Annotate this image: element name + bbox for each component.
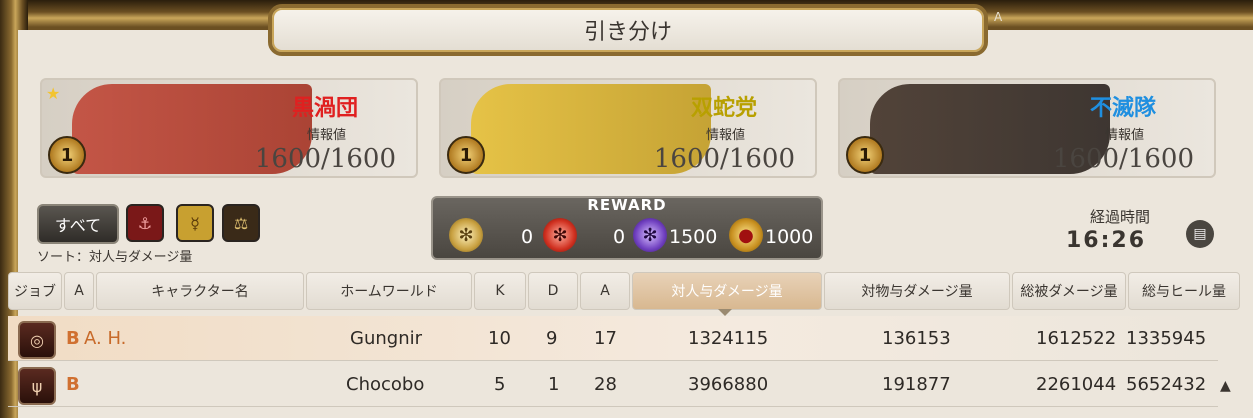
gold-medal-icon: ● — [729, 218, 763, 252]
immortal-flames-icon: ⚖ — [233, 213, 249, 233]
rank-badge: 1 — [846, 136, 884, 174]
col-pvp-damage[interactable]: 対人与ダメージ量 — [632, 272, 822, 310]
kills: 5 — [494, 373, 506, 395]
healing: 1335945 — [1126, 327, 1207, 349]
reward-title: REWARD — [587, 196, 667, 214]
reward-item: ✻ 0 — [449, 216, 539, 256]
reward-value: 0 — [521, 226, 534, 248]
scroll-up-icon[interactable]: ▲ — [1220, 378, 1238, 396]
info-label: 情報値 — [306, 128, 346, 143]
document-icon: ▤ — [1193, 226, 1207, 242]
team-name: 双蛇党 — [690, 96, 757, 121]
red-wheel-icon: ✻ — [543, 218, 577, 252]
log-button[interactable]: ▤ — [1186, 220, 1214, 248]
team-card-twin-adder: 1 双蛇党 情報値 1600/1600 — [439, 78, 817, 178]
col-deaths[interactable]: D — [528, 272, 578, 310]
filter-twin-adder-button[interactable]: ☿ — [176, 204, 214, 242]
info-value: 1600/1600 — [1052, 144, 1194, 174]
elapsed-time: 16:26 — [1066, 228, 1147, 253]
game-window: 引き分け A ★ 1 黒渦団 情報値 1600/1600 1 双蛇党 情報値 1… — [0, 0, 1253, 418]
filter-maelstrom-button[interactable]: ⚓ — [126, 204, 164, 242]
job-icon: ψ — [18, 367, 56, 405]
reward-value: 1500 — [669, 226, 718, 248]
twin-adder-icon: ☿ — [190, 213, 200, 233]
pvp-damage: 1324115 — [688, 327, 769, 349]
alliance-letter: B — [66, 327, 80, 349]
purple-wheel-icon: ✻ — [633, 218, 667, 252]
kills: 10 — [488, 327, 511, 349]
alliance-mark: B — [66, 316, 80, 360]
character-name: A. H. — [84, 327, 127, 349]
healing: 5652432 — [1126, 373, 1207, 395]
info-value: 1600/1600 — [653, 144, 795, 174]
col-job[interactable]: ジョブ — [8, 272, 62, 310]
col-alliance[interactable]: A — [64, 272, 94, 310]
reward-item: ● 1000 — [729, 216, 821, 256]
damage-taken: 2261044 — [1036, 373, 1117, 395]
star-icon: ★ — [46, 84, 61, 103]
assists: 28 — [594, 373, 617, 395]
home-world: Chocobo — [346, 373, 425, 395]
col-character-name[interactable]: キャラクター名 — [96, 272, 304, 310]
info-label: 情報値 — [1104, 128, 1144, 143]
sort-arrow-icon — [718, 309, 732, 316]
info-value: 1600/1600 — [254, 144, 396, 174]
deaths: 9 — [546, 327, 558, 349]
col-assists[interactable]: A — [580, 272, 630, 310]
team-card-maelstrom: ★ 1 黒渦団 情報値 1600/1600 — [40, 78, 418, 178]
object-damage: 191877 — [882, 373, 951, 395]
filter-all-button[interactable]: すべて — [37, 204, 119, 244]
col-healing[interactable]: 総与ヒール量 — [1128, 272, 1240, 310]
col-kills[interactable]: K — [474, 272, 526, 310]
col-home-world[interactable]: ホームワールド — [306, 272, 472, 310]
result-title: 引き分け — [268, 4, 988, 56]
col-object-damage[interactable]: 対物与ダメージ量 — [824, 272, 1010, 310]
rank-badge: 1 — [48, 136, 86, 174]
table-row[interactable]: ψ B Chocobo 5 1 28 3966880 191877 226104… — [8, 362, 1218, 407]
filter-immortal-flames-button[interactable]: ⚖ — [222, 204, 260, 242]
corner-mark: A — [994, 10, 1003, 24]
rank-badge: 1 — [447, 136, 485, 174]
team-name: 黒渦団 — [291, 96, 358, 121]
damage-taken: 1612522 — [1036, 327, 1117, 349]
col-damage-taken[interactable]: 総被ダメージ量 — [1012, 272, 1126, 310]
reward-panel: REWARD ✻ 0 ✻ 0 ✻ 1500 ● 1000 — [431, 196, 823, 260]
team-card-immortal-flames: 1 不滅隊 情報値 1600/1600 — [838, 78, 1216, 178]
reward-value: 1000 — [765, 226, 814, 248]
assists: 17 — [594, 327, 617, 349]
reward-value: 0 — [613, 226, 626, 248]
maelstrom-icon: ⚓ — [137, 213, 153, 233]
info-label: 情報値 — [705, 128, 745, 143]
alliance-mark: B — [66, 362, 80, 406]
alliance-letter: B — [66, 373, 80, 395]
pvp-damage: 3966880 — [688, 373, 769, 395]
reward-item: ✻ 1500 — [633, 216, 723, 256]
object-damage: 136153 — [882, 327, 951, 349]
team-name: 不滅隊 — [1089, 96, 1156, 121]
home-world: Gungnir — [350, 327, 422, 349]
deaths: 1 — [548, 373, 560, 395]
job-icon: ◎ — [18, 321, 56, 359]
reward-item: ✻ 0 — [543, 216, 633, 256]
gold-wheel-icon: ✻ — [449, 218, 483, 252]
elapsed-label: 経過時間 — [1090, 208, 1151, 226]
sort-label: ソート：対人与ダメージ量 — [37, 250, 193, 265]
table-row[interactable]: ◎ B A. H. Gungnir 10 9 17 1324115 136153… — [8, 316, 1218, 361]
